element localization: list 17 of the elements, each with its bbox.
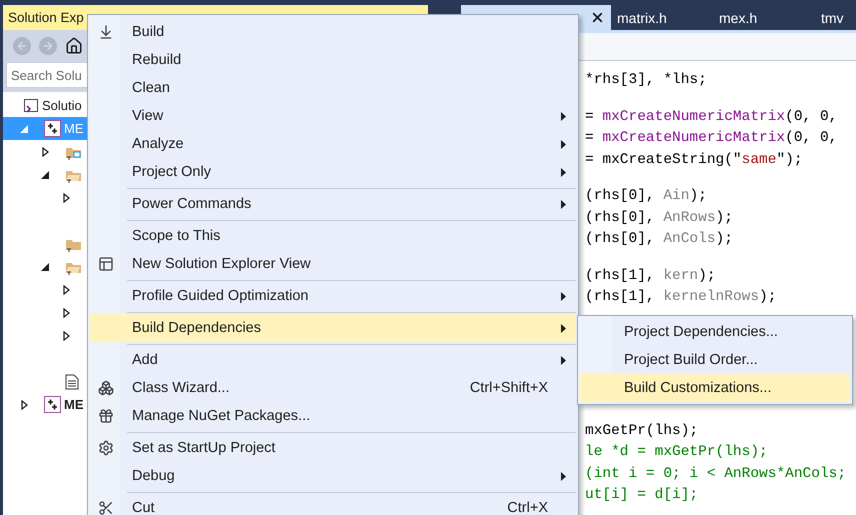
code-line: (rhs[1], kern); <box>585 268 717 286</box>
tree-item-label: ME <box>64 121 84 136</box>
code-line: le *d = mxGetPr(lhs); <box>585 444 769 462</box>
panel-title: Solution Exp <box>8 10 84 25</box>
tree-item-label: Solutio <box>42 98 82 113</box>
code-line: (int i = 0; i < AnRows*AnCols; <box>585 466 848 484</box>
code-line: (rhs[0], AnCols); <box>585 231 734 249</box>
code-line: = mxCreateString("same"); <box>585 152 804 170</box>
code-line: = mxCreateNumericMatrix(0, 0, <box>585 130 838 148</box>
code-line: ut[i] = d[i]; <box>585 487 700 505</box>
code-line: (rhs[1], kernelnRows); <box>585 289 778 307</box>
code-line: = mxCreateNumericMatrix(0, 0, <box>585 108 838 126</box>
code-line: mxGetPr(lhs); <box>585 422 700 440</box>
tree-item-label: ME <box>64 397 84 412</box>
code-line: (rhs[0], AnRows); <box>585 210 734 228</box>
code-line: (rhs[0], Ain); <box>585 188 708 206</box>
code-line: *rhs[3], *lhs; <box>585 72 708 90</box>
